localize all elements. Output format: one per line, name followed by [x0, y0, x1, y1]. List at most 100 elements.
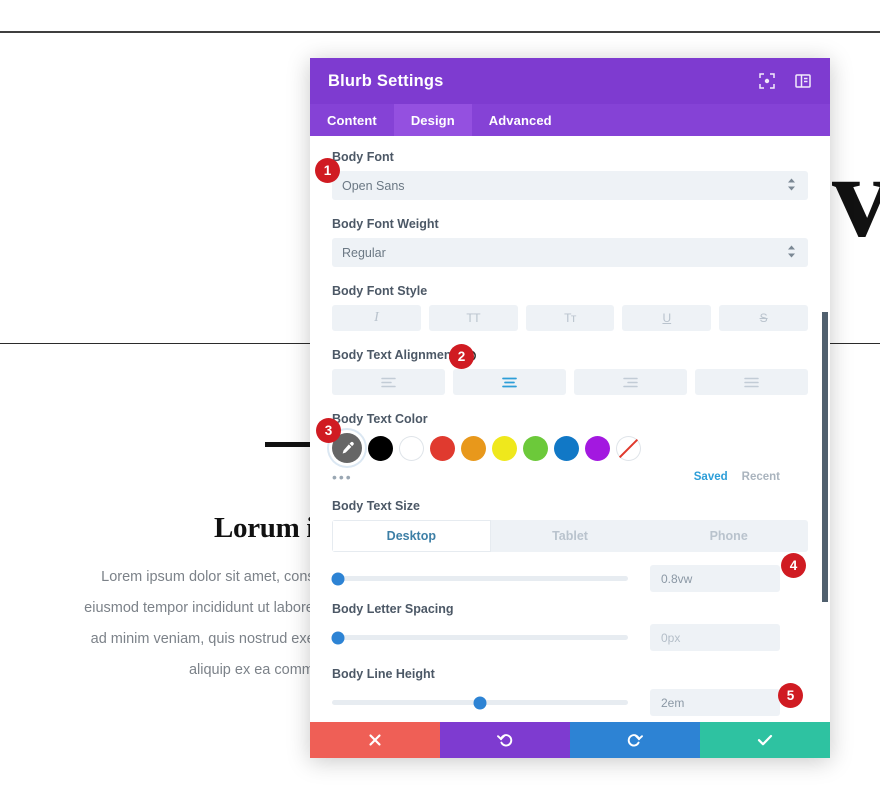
label-body-text-color: Body Text Color — [332, 412, 428, 426]
body-text-size-value[interactable]: 0.8vw — [650, 565, 780, 592]
swatch-orange[interactable] — [461, 435, 486, 461]
align-justify-icon[interactable] — [695, 369, 808, 395]
tab-recent-colors[interactable]: Recent — [742, 471, 780, 483]
body-line-height-slider[interactable] — [332, 696, 628, 709]
field-body-font-style: Body Font Style I TT Tт U S — [332, 284, 808, 331]
field-body-font-weight: Body Font Weight Regular — [332, 217, 808, 267]
align-right-icon[interactable] — [574, 369, 687, 395]
device-tab-desktop[interactable]: Desktop — [332, 520, 491, 552]
body-text-size-slider-handle[interactable] — [331, 572, 345, 585]
color-source-tabs: Saved Recent — [694, 471, 808, 483]
body-line-height-slider-handle[interactable] — [473, 696, 487, 709]
swatch-yellow[interactable] — [492, 435, 517, 461]
field-body-font: Body Font Open Sans — [332, 150, 808, 200]
label-body-font-weight: Body Font Weight — [332, 217, 439, 231]
screen: vi Lorum ip Lorem ipsum dolor sit amet, … — [0, 0, 880, 806]
blurb-settings-modal: Blurb Settings Content Design Advanced B… — [310, 58, 830, 758]
label-body-text-alignment: Body Text Alignment — [332, 348, 808, 362]
swatch-transparent[interactable] — [616, 435, 641, 461]
body-letter-spacing-slider-row: 0px — [331, 624, 808, 651]
badge-5: 5 — [778, 683, 803, 708]
body-font-select[interactable]: Open Sans — [332, 171, 808, 200]
device-tab-phone[interactable]: Phone — [649, 520, 808, 552]
background-paragraph-line: eiusmod tempor incididunt ut labore et — [84, 600, 330, 616]
field-body-line-height: Body Line Height 2em — [332, 667, 808, 716]
swatch-blue[interactable] — [554, 435, 579, 461]
modal-tabs: Content Design Advanced — [310, 104, 830, 136]
uppercase-icon[interactable]: TT — [428, 305, 518, 331]
field-body-text-size: Body Text Size Desktop Tablet Phone 0.8v… — [331, 499, 808, 592]
body-font-weight-select[interactable]: Regular — [332, 238, 808, 267]
swatch-black[interactable] — [368, 435, 393, 461]
underline-glyph: U — [662, 311, 672, 325]
redo-button[interactable] — [570, 722, 700, 758]
background-paragraph-line: Lorem ipsum dolor sit amet, consec — [101, 569, 330, 585]
chevron-updown-icon — [787, 245, 796, 261]
align-left-icon[interactable] — [332, 369, 445, 395]
label-body-font: Body Font — [332, 150, 394, 164]
swatch-red[interactable] — [430, 435, 455, 461]
label-text: Body Text Alignment — [332, 348, 456, 362]
tab-saved-colors[interactable]: Saved — [694, 471, 728, 483]
body-letter-spacing-slider[interactable] — [331, 631, 628, 644]
chevron-updown-icon — [787, 178, 796, 194]
modal-body: Body Font Open Sans Body Font Weight Reg… — [310, 136, 830, 722]
italic-glyph: I — [374, 310, 379, 325]
more-colors-button[interactable]: ••• — [332, 470, 353, 484]
body-line-height-slider-row: 2em — [332, 689, 808, 716]
small-caps-glyph: Tт — [564, 311, 576, 325]
background-paragraph-line: aliquip ex ea commod — [188, 662, 330, 678]
underline-icon[interactable]: U — [622, 305, 712, 331]
layout-panel-icon[interactable] — [794, 72, 812, 90]
strikethrough-icon[interactable]: S — [719, 305, 808, 331]
label-body-font-style: Body Font Style — [332, 284, 428, 298]
label-body-line-height: Body Line Height — [332, 667, 435, 681]
font-style-button-row: I TT Tт U S — [332, 305, 808, 331]
modal-title: Blurb Settings — [328, 71, 444, 90]
swatch-white[interactable] — [399, 435, 424, 461]
body-font-value: Open Sans — [342, 178, 405, 193]
uppercase-glyph: TT — [466, 311, 481, 325]
body-text-size-slider[interactable] — [331, 572, 628, 585]
label-body-letter-spacing: Body Letter Spacing — [332, 602, 454, 616]
badge-3: 3 — [316, 418, 341, 443]
responsive-device-tabs: Desktop Tablet Phone — [332, 520, 808, 552]
tab-advanced[interactable]: Advanced — [472, 104, 569, 136]
background-paragraph-line: ad minim veniam, quis nostrud exerci — [90, 631, 330, 647]
badge-4: 4 — [781, 553, 806, 578]
modal-footer — [310, 722, 830, 758]
tab-design[interactable]: Design — [393, 104, 472, 136]
modal-header: Blurb Settings — [310, 58, 830, 104]
swatch-purple[interactable] — [585, 435, 610, 461]
body-text-size-slider-row: 0.8vw — [331, 565, 808, 592]
modal-header-actions — [758, 72, 812, 90]
field-body-text-alignment: Body Text Alignment — [332, 348, 808, 395]
field-body-text-color: Body Text Color ••• Saved Recent — [332, 412, 808, 485]
swatch-green[interactable] — [523, 435, 548, 461]
body-line-height-value[interactable]: 2em — [650, 689, 780, 716]
strikethrough-glyph: S — [759, 311, 768, 325]
color-swatch-footer: ••• Saved Recent — [332, 469, 808, 485]
device-tab-tablet[interactable]: Tablet — [491, 520, 650, 552]
badge-2: 2 — [449, 344, 474, 369]
cancel-button[interactable] — [310, 722, 440, 758]
background-paragraph: Lorem ipsum dolor sit amet, consec eiusm… — [0, 562, 330, 686]
italic-icon[interactable]: I — [332, 305, 421, 331]
background-big-letters: vi — [832, 131, 880, 262]
body-letter-spacing-slider-handle[interactable] — [331, 631, 345, 644]
align-center-icon[interactable] — [453, 369, 566, 395]
alignment-button-row — [332, 369, 808, 395]
body-font-weight-value: Regular — [342, 245, 386, 260]
label-body-text-size: Body Text Size — [332, 499, 420, 513]
undo-button[interactable] — [440, 722, 570, 758]
modal-scrollbar[interactable] — [822, 312, 828, 602]
background-heading: Lorum ip — [213, 512, 330, 544]
tab-content[interactable]: Content — [310, 104, 394, 136]
focus-icon[interactable] — [758, 72, 776, 90]
field-body-letter-spacing: Body Letter Spacing 0px — [331, 602, 808, 651]
save-button[interactable] — [700, 722, 830, 758]
page-divider-top — [0, 31, 880, 33]
body-letter-spacing-value[interactable]: 0px — [650, 624, 780, 651]
color-swatch-row — [332, 433, 808, 463]
small-caps-icon[interactable]: Tт — [525, 305, 615, 331]
